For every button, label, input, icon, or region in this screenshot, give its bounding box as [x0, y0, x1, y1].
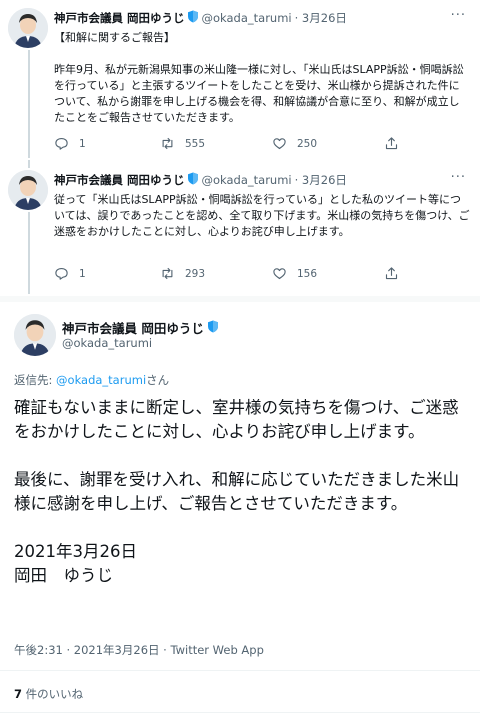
author-handle[interactable]: @okada_tarumi — [202, 11, 292, 25]
shield-badge-icon — [187, 172, 199, 188]
reply-to-prefix: 返信先: — [14, 373, 57, 387]
share-icon — [385, 267, 398, 280]
retweet-icon — [162, 267, 173, 280]
share-button[interactable] — [384, 266, 409, 281]
reply-icon — [55, 267, 68, 280]
author-name-row: 神戸市会議員 岡田ゆうじ — [62, 318, 219, 337]
thread-line — [28, 212, 30, 294]
tweet-timestamp[interactable]: 午後2:31 · 2021年3月26日 · Twitter Web App — [14, 642, 264, 658]
more-icon[interactable]: ··· — [451, 8, 466, 23]
like-count: 250 — [297, 137, 318, 150]
like-button[interactable]: 250 — [272, 136, 317, 151]
reply-count: 1 — [79, 267, 86, 280]
retweet-button[interactable]: 293 — [160, 266, 205, 281]
author-handle[interactable]: @okada_tarumi — [202, 173, 292, 187]
avatar[interactable] — [8, 170, 48, 210]
likes-label: 件のいいね — [22, 687, 84, 701]
tweet-actions: 1 293 156 — [54, 266, 454, 284]
like-button[interactable]: 156 — [272, 266, 317, 281]
tweet-paragraph: 【和解に関するご報告】 — [54, 31, 175, 44]
share-icon — [385, 137, 398, 150]
likes-summary[interactable]: 7 件のいいね — [14, 686, 83, 702]
shield-badge-icon — [207, 320, 219, 336]
divider — [0, 670, 480, 671]
tweet-signature: 2021年3月26日 岡田 ゆうじ — [14, 542, 137, 585]
reply-count: 1 — [79, 137, 86, 150]
avatar[interactable] — [14, 314, 56, 356]
author-name[interactable]: 神戸市会議員 岡田ゆうじ — [62, 318, 204, 337]
retweet-icon — [162, 137, 173, 150]
reply-to-line: 返信先: @okada_tarumiさん — [14, 372, 169, 388]
retweet-button[interactable]: 555 — [160, 136, 205, 151]
like-icon — [273, 268, 286, 280]
reply-button[interactable]: 1 — [54, 266, 86, 281]
author-name[interactable]: 神戸市会議員 岡田ゆうじ — [54, 172, 185, 188]
main-tweet-text: 確証もないままに断定し、室井様の気持ちを傷つけ、ご迷惑をおかけしたことに対し、心… — [14, 396, 474, 588]
share-button[interactable] — [384, 136, 409, 151]
tweet-paragraph: 最後に、謝罪を受け入れ、和解に応じていただきました米山様に感謝を申し上げ、ご報告… — [14, 470, 460, 513]
tweet-text: 【和解に関するご報告】 昨年9月、私が元新潟県知事の米山隆一様に対し、「米山氏は… — [54, 30, 470, 126]
tweet-date[interactable]: · 3月26日 — [295, 10, 347, 26]
tweet-paragraph: 従って「米山氏はSLAPP訴訟・恫喝訴訟を行っている」とした私のツイート等につい… — [54, 193, 470, 238]
tweet-date[interactable]: · 3月26日 — [295, 172, 347, 188]
tweet-paragraph: 昨年9月、私が元新潟県知事の米山隆一様に対し、「米山氏はSLAPP訴訟・恫喝訴訟… — [54, 63, 464, 124]
avatar[interactable] — [8, 8, 48, 48]
tweet-header: 神戸市会議員 岡田ゆうじ @okada_tarumi · 3月26日 — [54, 10, 347, 26]
thread-line — [28, 50, 30, 158]
thread-tweet-1[interactable]: 神戸市会議員 岡田ゆうじ @okada_tarumi · 3月26日 ··· 【… — [0, 0, 480, 158]
reply-to-suffix: さん — [146, 373, 170, 387]
thread-line — [28, 160, 30, 168]
like-icon — [273, 138, 286, 150]
tweet-actions: 1 555 250 — [54, 136, 454, 154]
retweet-count: 555 — [185, 137, 206, 150]
tweet-header: 神戸市会議員 岡田ゆうじ @okada_tarumi · 3月26日 — [54, 172, 347, 188]
thread-tweet-2[interactable]: 神戸市会議員 岡田ゆうじ @okada_tarumi · 3月26日 ··· 従… — [0, 160, 480, 294]
shield-badge-icon — [187, 10, 199, 26]
reply-button[interactable]: 1 — [54, 136, 86, 151]
tweet-text: 従って「米山氏はSLAPP訴訟・恫喝訴訟を行っている」とした私のツイート等につい… — [54, 192, 470, 240]
tweet-paragraph: 確証もないままに断定し、室井様の気持ちを傷つけ、ご迷惑をおかけしたことに対し、心… — [14, 398, 459, 441]
likes-count: 7 — [14, 687, 23, 701]
reply-icon — [55, 137, 68, 150]
author-handle[interactable]: @okada_tarumi — [62, 336, 152, 350]
more-icon[interactable]: ··· — [451, 170, 466, 185]
reply-to-mention[interactable]: @okada_tarumi — [56, 373, 146, 387]
author-name[interactable]: 神戸市会議員 岡田ゆうじ — [54, 10, 185, 26]
retweet-count: 293 — [185, 267, 206, 280]
like-count: 156 — [297, 267, 318, 280]
divider — [0, 712, 480, 713]
